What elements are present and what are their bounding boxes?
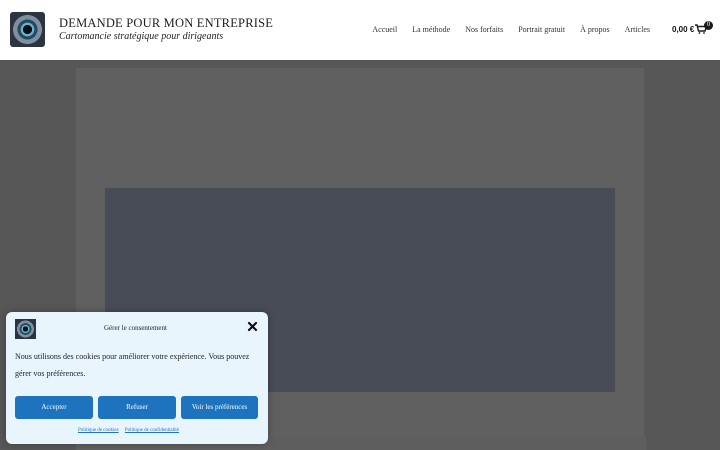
preferences-button[interactable]: Voir les préférences: [181, 396, 258, 419]
cookie-policy-link[interactable]: Politique de cookies: [78, 428, 119, 433]
nav-item-accueil[interactable]: Accueil: [372, 25, 397, 34]
cart-total[interactable]: 0,00 €: [672, 25, 694, 34]
close-icon[interactable]: [247, 321, 258, 332]
cookie-consent-dialog: Gérer le consentement Nous utilisons des…: [6, 312, 268, 444]
main-nav: Accueil La méthode Nos forfaits Portrait…: [357, 25, 650, 34]
privacy-policy-link[interactable]: Politique de confidentialité: [125, 428, 179, 433]
nav-item-portrait-gratuit[interactable]: Portrait gratuit: [518, 25, 565, 34]
nav-item-articles[interactable]: Articles: [625, 25, 650, 34]
content-strip: [270, 436, 646, 450]
site-header: DEMANDE POUR MON ENTREPRISE Cartomancie …: [0, 0, 720, 60]
cookie-message: Nous utilisons des cookies pour améliore…: [15, 352, 250, 378]
site-title[interactable]: DEMANDE POUR MON ENTREPRISE: [59, 16, 273, 31]
cookie-logo: [15, 319, 36, 339]
accept-button[interactable]: Accepter: [15, 396, 93, 419]
nav-item-nos-forfaits[interactable]: Nos forfaits: [465, 25, 503, 34]
cookie-policy-links: Politique de cookies Politique de confid…: [78, 428, 184, 433]
cookie-title: Gérer le consentement: [104, 324, 167, 332]
nav-item-a-propos[interactable]: À propos: [580, 25, 610, 34]
refuse-button[interactable]: Refuser: [98, 396, 176, 419]
site-tagline: Cartomancie stratégique pour dirigeants: [59, 31, 224, 42]
site-logo[interactable]: [10, 12, 45, 47]
nav-item-la-methode[interactable]: La méthode: [412, 25, 450, 34]
cart-count-badge: 0: [704, 21, 713, 30]
